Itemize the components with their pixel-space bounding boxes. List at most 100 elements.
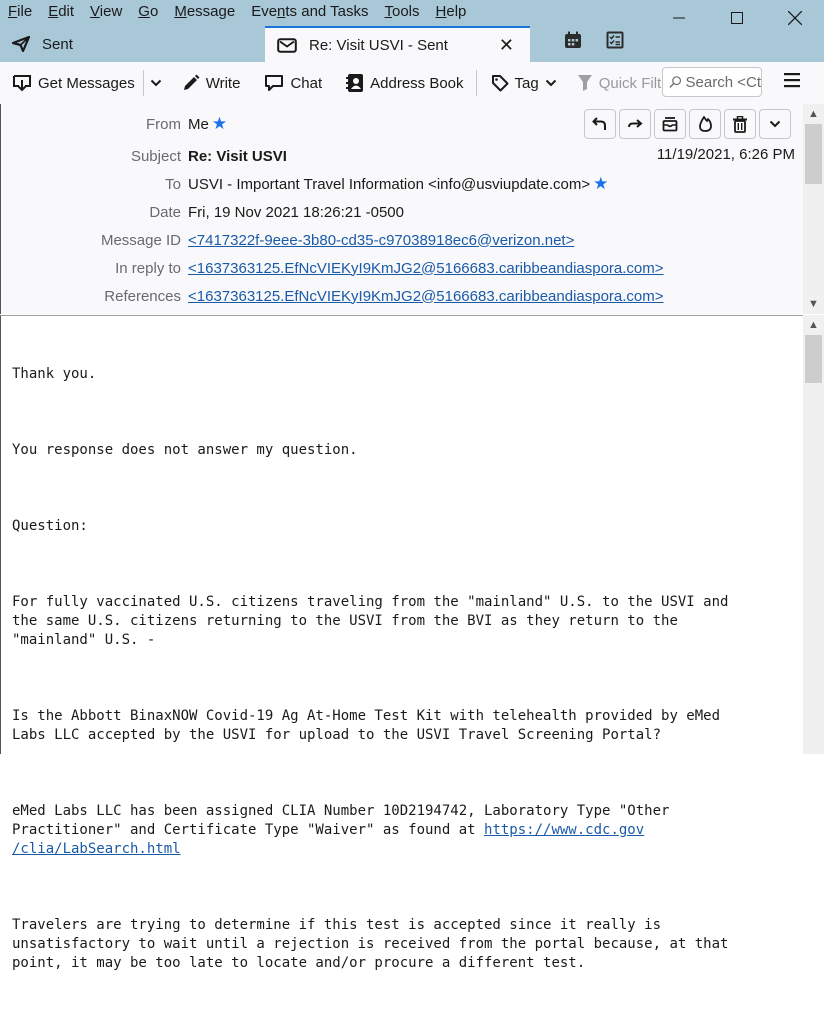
- body-paragraph: Thank you.: [12, 366, 97, 382]
- menu-tools[interactable]: Tools: [377, 1, 428, 23]
- in-reply-to-label: In reply to: [115, 259, 181, 277]
- body-paragraph: eMed Labs LLC has been assigned CLIA Num…: [12, 802, 728, 859]
- menu-bar: File Edit View Go Message Events and Tasks Too…: [0, 0, 474, 24]
- tab-sent-label: Sent: [42, 35, 73, 53]
- cdc-link-part2[interactable]: /clia/LabSearch.html: [12, 841, 181, 857]
- close-icon: [788, 11, 802, 25]
- forward-button[interactable]: [619, 109, 651, 139]
- scroll-down-arrow[interactable]: ▼: [803, 294, 824, 314]
- from-value[interactable]: Me: [188, 116, 209, 133]
- in-reply-to-link[interactable]: <1637363125.EfNcVIEKyI9KmJG2@5166683.car…: [188, 260, 664, 277]
- scroll-thumb[interactable]: [805, 124, 822, 184]
- body-scrollbar[interactable]: ▲: [803, 315, 824, 754]
- header-to-row: To USVI - Important Travel Information <…: [1, 172, 608, 196]
- close-tab-button[interactable]: ✕: [499, 35, 514, 56]
- tab-sent[interactable]: Sent: [0, 26, 265, 62]
- menu-events-and-tasks[interactable]: Events and Tasks: [243, 1, 376, 23]
- paper-plane-icon: [12, 36, 30, 52]
- reply-button[interactable]: [584, 109, 616, 139]
- to-label: To: [165, 175, 181, 193]
- tab-message-label: Re: Visit USVI - Sent: [309, 36, 448, 54]
- tag-icon: [491, 75, 509, 92]
- menu-message[interactable]: Message: [166, 1, 243, 23]
- cdc-link-part1[interactable]: https://www.cdc.gov: [484, 822, 644, 838]
- header-from-row: From Me ★: [1, 112, 227, 136]
- minimize-icon: [673, 17, 685, 19]
- write-button[interactable]: Write: [176, 67, 247, 99]
- get-messages-dropdown[interactable]: [146, 67, 166, 99]
- tag-label: Tag: [514, 74, 539, 92]
- tab-bar: Sent Re: Visit USVI - Sent ✕: [0, 26, 824, 62]
- chevron-down-icon: [545, 79, 556, 87]
- body-paragraph: For fully vaccinated U.S. citizens trave…: [12, 594, 729, 648]
- app-menu-button[interactable]: [784, 72, 800, 92]
- header-message-id-row: Message ID <7417322f-9eee-3b80-cd35-c970…: [1, 228, 574, 252]
- from-label: From: [146, 115, 181, 133]
- scroll-thumb[interactable]: [805, 335, 822, 383]
- tasks-icon[interactable]: [605, 30, 625, 50]
- message-body: Thank you. You response does not answer …: [12, 327, 728, 1030]
- header-in-reply-to-row: In reply to <1637363125.EfNcVIEKyI9KmJG2…: [1, 256, 664, 280]
- address-book-icon: [346, 74, 364, 92]
- scroll-up-arrow[interactable]: ▲: [803, 315, 824, 335]
- body-paragraph: You response does not answer my question…: [12, 442, 358, 458]
- message-actions: [584, 109, 791, 139]
- filter-icon: [577, 75, 592, 91]
- menu-file[interactable]: File: [0, 1, 40, 23]
- star-icon[interactable]: ★: [593, 174, 608, 194]
- tag-button[interactable]: Tag: [485, 67, 563, 99]
- chat-label: Chat: [290, 74, 323, 92]
- maximize-icon: [731, 12, 743, 24]
- chat-icon: [265, 75, 284, 91]
- header-subject-row: Subject Re: Visit USVI: [1, 144, 287, 168]
- to-value[interactable]: USVI - Important Travel Information <inf…: [188, 176, 590, 193]
- get-messages-button[interactable]: Get Messages: [6, 67, 141, 99]
- address-book-button[interactable]: Address Book: [340, 67, 469, 99]
- header-references-row: References <1637363125.EfNcVIEKyI9KmJG2@…: [1, 284, 664, 308]
- address-book-label: Address Book: [370, 74, 464, 92]
- write-label: Write: [205, 74, 241, 92]
- trash-icon: [733, 115, 747, 133]
- spaces-toolbar: [563, 30, 625, 50]
- header-date-row: Date Fri, 19 Nov 2021 18:26:21 -0500: [1, 200, 404, 224]
- envelope-icon: [277, 37, 297, 53]
- scroll-up-arrow[interactable]: ▲: [803, 104, 824, 124]
- star-icon[interactable]: ★: [212, 114, 227, 134]
- toolbar-separator: [142, 70, 144, 96]
- body-paragraph: Is the Abbott BinaxNOW Covid-19 Ag At-Ho…: [12, 708, 721, 743]
- pencil-icon: [183, 74, 200, 90]
- chat-button[interactable]: Chat: [258, 67, 328, 99]
- menu-help[interactable]: Help: [428, 1, 475, 23]
- calendar-icon[interactable]: [563, 30, 583, 50]
- search-icon: [669, 76, 682, 88]
- header-scrollbar[interactable]: ▲ ▼: [803, 104, 824, 314]
- message-id-link[interactable]: <7417322f-9eee-3b80-cd35-c97038918ec6@ve…: [188, 232, 574, 249]
- menu-edit[interactable]: Edit: [40, 1, 82, 23]
- body-paragraph: Question:: [12, 518, 88, 534]
- subject-label: Subject: [130, 147, 181, 165]
- search-input[interactable]: Search <Ct: [662, 67, 762, 97]
- archive-button[interactable]: [654, 109, 686, 139]
- junk-button[interactable]: [689, 109, 721, 139]
- hamburger-menu-icon: [784, 73, 800, 88]
- message-header-pane: From Me ★ Subject Re: Visit USVI To USVI…: [0, 104, 803, 314]
- chevron-down-icon: [769, 120, 781, 128]
- toolbar-separator: [475, 70, 477, 96]
- more-actions-button[interactable]: [759, 109, 791, 139]
- forward-icon: [628, 119, 643, 128]
- archive-icon: [662, 117, 678, 132]
- date-label: Date: [149, 203, 181, 221]
- menu-go[interactable]: Go: [130, 1, 166, 23]
- message-body-pane: Thank you. You response does not answer …: [0, 315, 803, 971]
- chevron-down-icon: [150, 79, 161, 87]
- fire-icon: [699, 116, 712, 132]
- menu-view[interactable]: View: [82, 1, 130, 23]
- message-id-label: Message ID: [100, 231, 181, 249]
- subject-value: Re: Visit USVI: [188, 147, 287, 165]
- references-link[interactable]: <1637363125.EfNcVIEKyI9KmJG2@5166683.car…: [188, 288, 664, 305]
- tab-message[interactable]: Re: Visit USVI - Sent ✕: [265, 26, 530, 62]
- get-messages-icon: [13, 75, 31, 92]
- reply-icon: [592, 117, 606, 130]
- delete-button[interactable]: [724, 109, 756, 139]
- date-value: Fri, 19 Nov 2021 18:26:21 -0500: [188, 203, 404, 221]
